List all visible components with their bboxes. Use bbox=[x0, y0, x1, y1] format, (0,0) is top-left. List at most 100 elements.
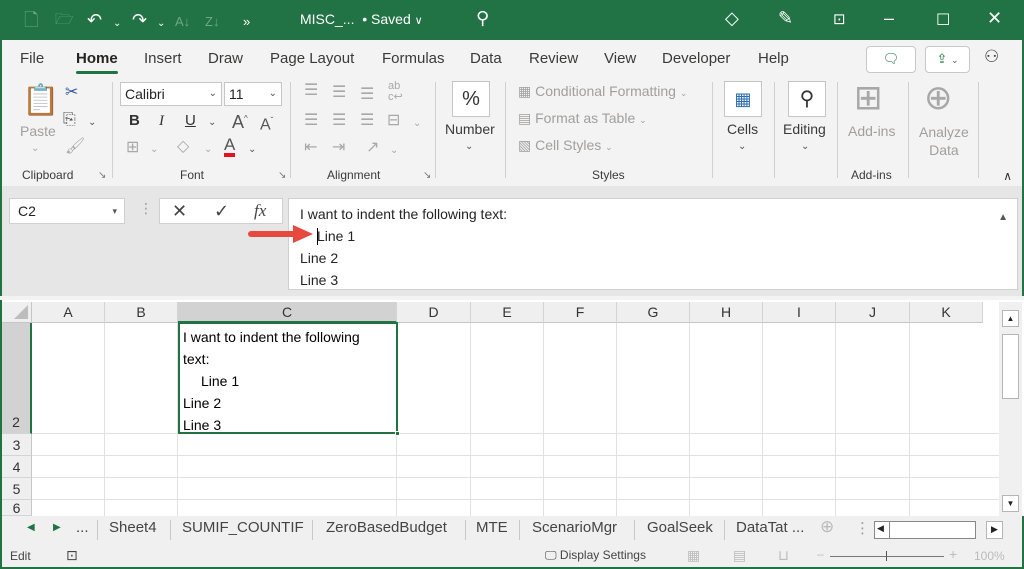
analyze-data-icon[interactable]: ⊕ bbox=[924, 80, 953, 116]
sheet-tab[interactable]: ZeroBasedBudget bbox=[326, 519, 447, 536]
more-commands-icon[interactable]: » bbox=[243, 11, 250, 33]
middle-align-icon[interactable]: ☰ bbox=[332, 84, 346, 102]
underline-button[interactable]: U bbox=[185, 112, 196, 130]
zoom-in-icon[interactable]: + bbox=[949, 546, 957, 562]
collapse-ribbon-icon[interactable]: ∧ bbox=[1003, 169, 1012, 183]
redo-icon[interactable]: ↷ bbox=[132, 9, 147, 31]
borders-dropdown-icon[interactable]: ⌄ bbox=[150, 141, 158, 159]
tab-file[interactable]: File bbox=[20, 50, 44, 67]
tab-draw[interactable]: Draw bbox=[208, 50, 243, 67]
document-title[interactable]: MISC_... • Saved ∨ bbox=[300, 11, 423, 27]
editing-dropdown-icon[interactable]: ⌄ bbox=[801, 138, 809, 156]
merge-center-icon[interactable]: ⊟ bbox=[387, 112, 400, 130]
cells-icon[interactable]: ▦ bbox=[724, 81, 762, 117]
column-header-i[interactable]: I bbox=[763, 302, 836, 323]
zoom-out-icon[interactable]: – bbox=[817, 547, 824, 561]
next-sheet-icon[interactable]: ▶ bbox=[53, 522, 61, 533]
column-header-d[interactable]: D bbox=[397, 302, 471, 323]
number-format-icon[interactable]: % bbox=[452, 81, 490, 117]
new-file-icon[interactable]: 🗋 bbox=[24, 9, 38, 31]
tab-help[interactable]: Help bbox=[758, 50, 789, 67]
fill-handle[interactable] bbox=[395, 431, 400, 436]
font-launcher-icon[interactable]: ↘ bbox=[278, 170, 286, 181]
fill-color-dropdown-icon[interactable]: ⌄ bbox=[204, 141, 212, 159]
tab-view[interactable]: View bbox=[604, 50, 636, 67]
sort-descending-icon[interactable]: Z↓ bbox=[205, 11, 219, 33]
column-header-h[interactable]: H bbox=[690, 302, 763, 323]
enter-icon[interactable]: ✓ bbox=[214, 201, 229, 222]
add-sheet-icon[interactable]: ⊕ bbox=[820, 517, 834, 537]
column-header-a[interactable]: A bbox=[32, 302, 105, 323]
format-painter-icon[interactable]: 🖌 bbox=[65, 138, 85, 156]
italic-button[interactable]: I bbox=[159, 112, 164, 130]
vertical-scroll-thumb[interactable] bbox=[1002, 334, 1019, 399]
accessibility-icon[interactable]: ⊡ bbox=[66, 547, 78, 564]
share-button[interactable]: ⇪ ⌄ bbox=[925, 46, 970, 73]
cell-styles-button[interactable]: ▧ Cell Styles ⌄ bbox=[518, 137, 613, 154]
conditional-formatting-button[interactable]: ▦ Conditional Formatting ⌄ bbox=[518, 83, 687, 100]
close-icon[interactable]: ✕ bbox=[987, 8, 1002, 29]
maximize-icon[interactable]: ☐ bbox=[936, 10, 950, 30]
open-folder-icon[interactable]: 🗁 bbox=[55, 9, 74, 31]
scroll-down-icon[interactable]: ▼ bbox=[1002, 495, 1019, 512]
wrap-text-icon[interactable]: ab c↩ bbox=[388, 81, 403, 103]
splitter-handle-icon[interactable]: ⋮ bbox=[855, 519, 870, 537]
decrease-font-size-icon[interactable]: Aˇ bbox=[260, 112, 273, 134]
tab-review[interactable]: Review bbox=[529, 50, 578, 67]
increase-font-size-icon[interactable]: A^ bbox=[232, 110, 248, 131]
font-name-combo[interactable]: Calibri ⌄ bbox=[120, 82, 222, 106]
cut-icon[interactable]: ✂ bbox=[65, 84, 78, 102]
column-header-e[interactable]: E bbox=[471, 302, 544, 323]
page-break-view-icon[interactable]: ⊔ bbox=[778, 547, 789, 564]
paste-icon[interactable]: 📋 bbox=[22, 84, 59, 118]
cells-dropdown-icon[interactable]: ⌄ bbox=[738, 138, 746, 156]
orientation-icon[interactable]: ↗ bbox=[366, 139, 379, 157]
undo-dropdown-icon[interactable]: ⌄ bbox=[113, 13, 121, 35]
align-left-icon[interactable]: ☰ bbox=[304, 112, 318, 130]
column-header-c[interactable]: C bbox=[178, 302, 397, 323]
search-icon[interactable]: ⚲ bbox=[476, 7, 489, 29]
font-color-icon[interactable]: A bbox=[224, 136, 236, 157]
align-center-icon[interactable]: ☰ bbox=[332, 112, 346, 130]
align-right-icon[interactable]: ☰ bbox=[360, 112, 374, 130]
minimize-icon[interactable]: – bbox=[884, 8, 894, 29]
copy-icon[interactable]: ⎘ bbox=[63, 111, 76, 129]
number-button[interactable]: Number bbox=[445, 121, 495, 137]
ribbon-display-icon[interactable]: ⊡ bbox=[833, 10, 846, 28]
formula-input[interactable]: I want to indent the following text: Lin… bbox=[288, 198, 1018, 290]
borders-icon[interactable]: ⊞ bbox=[126, 139, 139, 157]
font-color-dropdown-icon[interactable]: ⌄ bbox=[248, 141, 256, 159]
row-header-3[interactable]: 3 bbox=[2, 434, 32, 456]
paste-dropdown-icon[interactable]: ⌄ bbox=[31, 140, 39, 158]
scroll-right-icon[interactable]: ▶ bbox=[986, 521, 1003, 539]
tab-insert[interactable]: Insert bbox=[144, 50, 182, 67]
increase-indent-icon[interactable]: ⇥ bbox=[332, 139, 345, 157]
column-header-b[interactable]: B bbox=[105, 302, 178, 323]
tab-home[interactable]: Home bbox=[76, 50, 118, 74]
font-size-combo[interactable]: 11 ⌄ bbox=[224, 82, 282, 106]
merge-dropdown-icon[interactable]: ⌄ bbox=[413, 115, 421, 133]
sheet-tab[interactable]: SUMIF_COUNTIF bbox=[182, 519, 304, 536]
sheet-tab[interactable]: Sheet4 bbox=[109, 519, 157, 536]
more-sheets-button[interactable]: ... bbox=[76, 519, 89, 536]
sort-ascending-icon[interactable]: A↓ bbox=[175, 11, 190, 33]
decrease-indent-icon[interactable]: ⇤ bbox=[304, 139, 317, 157]
tab-developer[interactable]: Developer bbox=[662, 50, 730, 67]
worksheet-grid[interactable] bbox=[0, 300, 1024, 516]
zoom-slider-thumb[interactable] bbox=[886, 551, 887, 561]
editing-button[interactable]: Editing bbox=[783, 121, 826, 137]
sheet-tab[interactable]: MTE bbox=[476, 519, 508, 536]
zoom-slider-track[interactable] bbox=[830, 556, 944, 557]
display-settings-button[interactable]: 🖵 Display Settings bbox=[545, 548, 646, 563]
prev-sheet-icon[interactable]: ◀ bbox=[27, 522, 35, 533]
horizontal-scrollbar[interactable]: ◀ bbox=[874, 521, 976, 539]
select-all-button[interactable] bbox=[2, 302, 32, 323]
underline-dropdown-icon[interactable]: ⌄ bbox=[208, 114, 216, 132]
tab-data[interactable]: Data bbox=[470, 50, 502, 67]
designer-icon[interactable]: ✎ bbox=[778, 8, 793, 29]
row-header-2[interactable]: 2 bbox=[2, 323, 32, 434]
editing-search-icon[interactable]: ⚲ bbox=[788, 81, 826, 117]
column-header-g[interactable]: G bbox=[617, 302, 690, 323]
collapse-formula-bar-icon[interactable]: ▲ bbox=[998, 207, 1008, 229]
drag-handle-icon[interactable]: ⋮ bbox=[139, 200, 153, 217]
